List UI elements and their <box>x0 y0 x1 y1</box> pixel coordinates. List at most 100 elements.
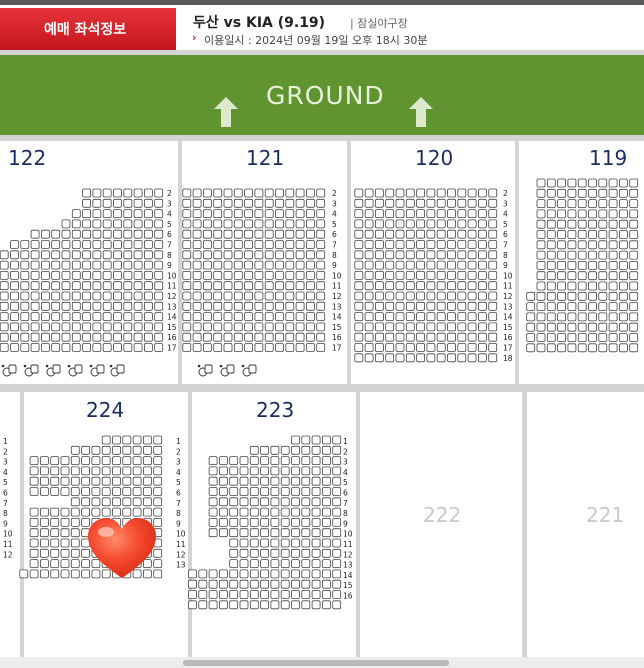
seat[interactable] <box>270 548 280 558</box>
seat[interactable] <box>447 250 456 260</box>
seat[interactable] <box>477 229 487 239</box>
seat[interactable] <box>213 301 223 311</box>
seat[interactable] <box>405 188 415 198</box>
seat[interactable] <box>291 507 300 517</box>
seat[interactable] <box>477 270 487 280</box>
seat[interactable] <box>332 435 342 445</box>
seat[interactable] <box>526 291 536 301</box>
seat[interactable] <box>354 322 364 332</box>
seat[interactable] <box>567 230 577 239</box>
seat[interactable] <box>41 240 50 249</box>
seat[interactable] <box>488 312 498 322</box>
seat[interactable] <box>40 528 49 538</box>
seat[interactable] <box>233 301 243 311</box>
seat[interactable] <box>588 209 597 219</box>
seat[interactable] <box>92 219 102 229</box>
seat[interactable] <box>275 209 284 219</box>
seat[interactable] <box>332 590 342 599</box>
seat[interactable] <box>546 271 556 281</box>
seat[interactable] <box>223 343 233 352</box>
seat[interactable] <box>608 199 618 209</box>
seat[interactable] <box>436 219 446 229</box>
seat[interactable] <box>436 240 446 249</box>
seat[interactable] <box>154 198 164 208</box>
seat[interactable] <box>477 322 487 332</box>
seat[interactable] <box>260 569 270 579</box>
seat[interactable] <box>395 291 405 301</box>
seat[interactable] <box>332 548 342 558</box>
seat[interactable] <box>254 209 264 219</box>
seat[interactable] <box>143 312 153 322</box>
seat[interactable] <box>249 445 259 455</box>
seat[interactable] <box>270 528 280 538</box>
seat[interactable] <box>40 507 49 517</box>
seat[interactable] <box>629 271 639 281</box>
seat[interactable] <box>254 229 264 239</box>
seat[interactable] <box>608 209 618 219</box>
seat[interactable] <box>202 250 212 260</box>
seat[interactable] <box>202 229 212 239</box>
seat[interactable] <box>233 270 243 280</box>
seat[interactable] <box>275 312 284 322</box>
seat[interactable] <box>316 270 326 280</box>
seat[interactable] <box>30 322 40 332</box>
seat[interactable] <box>229 476 239 486</box>
seat[interactable] <box>101 487 111 496</box>
seat[interactable] <box>29 456 39 466</box>
seat[interactable] <box>395 219 405 229</box>
seat[interactable] <box>311 518 321 527</box>
seat[interactable] <box>270 538 280 548</box>
seat[interactable] <box>51 229 61 239</box>
seat[interactable] <box>332 507 342 517</box>
seat[interactable] <box>321 487 331 496</box>
seat[interactable] <box>332 476 342 486</box>
seat[interactable] <box>447 322 456 332</box>
seat[interactable] <box>275 240 284 249</box>
seat[interactable] <box>30 301 40 311</box>
seat[interactable] <box>405 270 415 280</box>
seat[interactable] <box>477 198 487 208</box>
seat[interactable] <box>457 301 467 311</box>
seat[interactable] <box>102 322 112 332</box>
seat[interactable] <box>182 188 192 198</box>
seat[interactable] <box>254 260 264 270</box>
seat[interactable] <box>332 569 342 579</box>
seat[interactable] <box>364 198 374 208</box>
seat[interactable] <box>229 518 239 527</box>
seat[interactable] <box>133 281 143 291</box>
seat[interactable] <box>102 188 112 198</box>
seat[interactable] <box>61 229 71 239</box>
seat[interactable] <box>153 476 163 486</box>
seat[interactable] <box>113 250 122 260</box>
seat[interactable] <box>0 312 9 321</box>
seat[interactable] <box>82 301 91 311</box>
seat[interactable] <box>0 250 9 260</box>
seat[interactable] <box>133 229 143 239</box>
seat[interactable] <box>270 497 280 507</box>
seat[interactable] <box>275 198 284 208</box>
seat[interactable] <box>102 291 112 301</box>
seat[interactable] <box>477 301 487 311</box>
seat[interactable] <box>426 270 436 280</box>
seat[interactable] <box>619 302 628 312</box>
seat[interactable] <box>40 548 49 558</box>
seat[interactable] <box>92 322 102 332</box>
seat[interactable] <box>598 322 608 332</box>
seat[interactable] <box>598 291 608 301</box>
seat[interactable] <box>244 332 254 342</box>
seat[interactable] <box>239 579 249 589</box>
seat[interactable] <box>61 301 71 311</box>
seat[interactable] <box>132 497 142 507</box>
seat[interactable] <box>305 301 315 311</box>
seat[interactable] <box>374 240 384 249</box>
seat[interactable] <box>102 209 112 219</box>
seat[interactable] <box>305 322 315 332</box>
seat[interactable] <box>244 229 254 239</box>
seat[interactable] <box>467 250 477 260</box>
seat[interactable] <box>467 343 477 352</box>
seat[interactable] <box>213 332 223 342</box>
seat[interactable] <box>488 260 498 270</box>
seat[interactable] <box>557 178 566 188</box>
seat[interactable] <box>291 569 300 579</box>
seat[interactable] <box>70 538 80 548</box>
